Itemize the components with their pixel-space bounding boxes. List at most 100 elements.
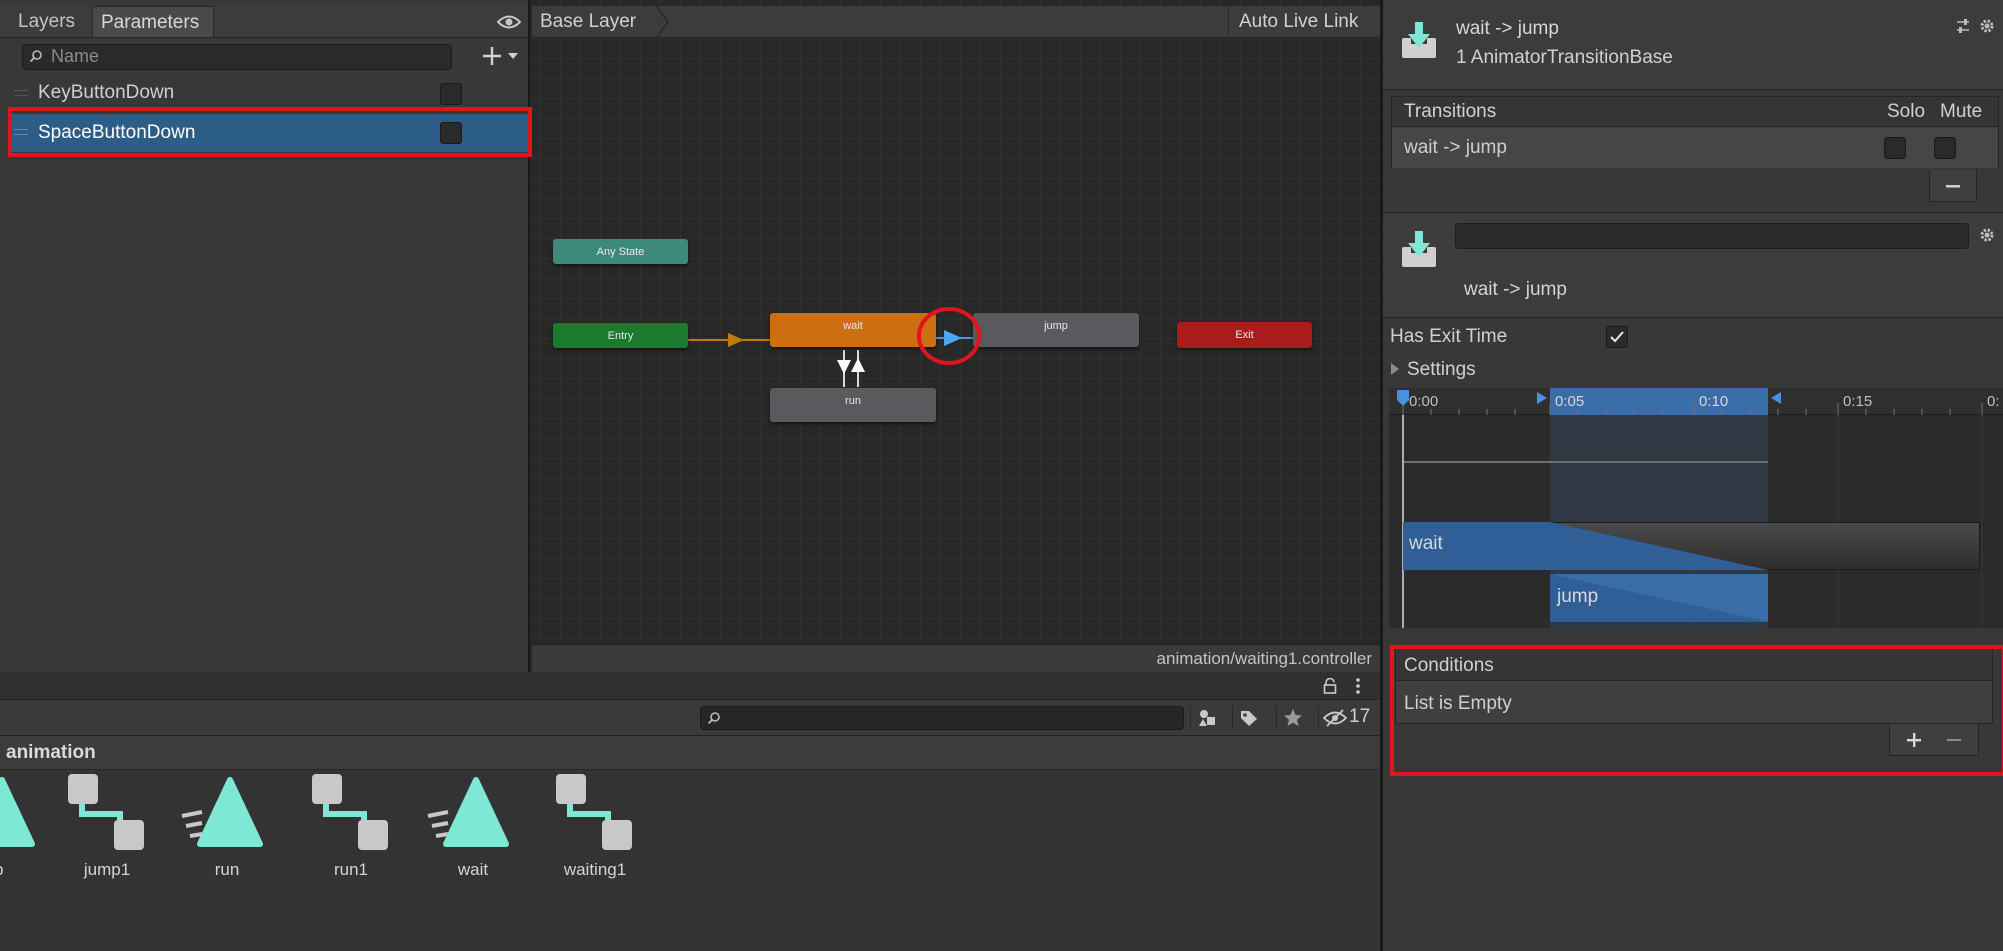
graph-footer: animation/waiting1.controller [532,644,1380,672]
state-node-run[interactable]: run [770,388,936,422]
parameter-row[interactable]: KeyButtonDown [8,78,528,110]
parameter-bool-checkbox[interactable] [440,83,462,105]
tick-label: 0:10 [1699,393,1729,410]
search-icon [29,49,43,68]
tab-layers[interactable]: Layers [10,6,90,38]
presets-icon[interactable] [1955,18,1971,39]
state-node-entry[interactable]: Entry [553,323,688,348]
parameters-panel: Layers Parameters Name KeyButtonDown Spa… [0,0,532,672]
tick-label: 0: [1987,393,2000,410]
parameter-name: KeyButtonDown [38,82,175,103]
asset-grid: p jump1 run run1 [0,770,1380,951]
favorites-star-icon[interactable] [1276,706,1308,730]
timeline-clip-label: jump [1557,586,1599,607]
animation-clip-icon [427,777,509,847]
tick-label: 0:00 [1409,393,1439,410]
controller-path: animation/waiting1.controller [1156,649,1372,668]
transition-name-field[interactable] [1455,223,1969,249]
project-toolbar: 17 [0,700,1380,736]
project-folder-header: animation [0,736,1380,770]
folder-name: animation [6,742,96,763]
asset-item-wait[interactable]: wait [418,770,528,879]
remove-transition-button[interactable] [1929,170,1977,202]
solo-column-label: Solo [1887,101,1926,122]
hidden-count: 17 [1349,706,1371,727]
parameter-name: SpaceButtonDown [38,122,196,143]
search-icon [707,711,721,730]
lock-icon[interactable] [1320,676,1340,696]
transitions-title: Transitions [1404,101,1497,122]
state-node-any-state[interactable]: Any State [553,239,688,264]
mute-checkbox[interactable] [1934,137,1956,159]
transition-list-row[interactable]: wait -> jump [1392,128,1998,168]
inspector-panel: wait -> jump 1 AnimatorTransitionBase Tr… [1380,0,2003,951]
state-node-wait[interactable]: wait [770,313,936,347]
hidden-packages-toggle[interactable]: 17 [1318,706,1378,730]
animation-clip-icon [0,777,35,847]
inspector-subtitle: 1 AnimatorTransitionBase [1456,47,1673,68]
settings-foldout-label[interactable]: Settings [1407,359,1476,381]
asset-item-run1[interactable]: run1 [296,770,406,879]
inspector-title: wait -> jump [1456,18,1559,39]
transition-row-label: wait -> jump [1404,137,1507,158]
eye-icon[interactable] [496,10,522,34]
inspector-header: wait -> jump 1 AnimatorTransitionBase [1383,0,2003,90]
asset-label: run [214,860,240,879]
has-exit-time-label: Has Exit Time [1390,326,1508,347]
transitions-header: Transitions Solo Mute [1392,97,1998,127]
animator-controller-icon [68,774,144,850]
remove-condition-button[interactable] [1936,728,1972,752]
asset-item-waiting1[interactable]: waiting1 [540,770,650,879]
timeline-clip-label: wait [1409,533,1443,554]
animator-controller-icon [312,774,388,850]
tab-parameters[interactable]: Parameters [92,6,214,38]
animation-clip-icon [181,777,263,847]
settings-gear-icon[interactable] [1979,18,1995,39]
eye-slash-icon [1322,709,1348,732]
mute-column-label: Mute [1940,101,1983,122]
checkmark-icon [1610,331,1624,343]
parameter-row-selected[interactable]: SpaceButtonDown [8,114,528,152]
project-search-input[interactable] [700,706,1184,730]
drag-handle-icon[interactable] [14,129,28,135]
asset-item-partial[interactable]: p [0,770,54,879]
animator-transition-icon [1401,229,1437,274]
panel-tab-bar: Layers Parameters [0,6,528,38]
search-by-type-icon[interactable] [1190,706,1222,730]
conditions-empty-text: List is Empty [1404,693,1512,714]
parameter-bool-checkbox[interactable] [440,122,462,144]
animator-transition-icon [1401,20,1437,65]
transitions-list: Transitions Solo Mute wait -> jump [1391,96,1999,168]
drag-handle-icon[interactable] [14,90,28,96]
asset-label: wait [457,860,489,879]
tick-label: 0:15 [1843,393,1873,410]
search-by-label-icon[interactable] [1232,706,1264,730]
blend-wedge-wait [1550,522,1768,570]
project-panel: 17 animation p jump1 run [0,672,1380,951]
asset-item-run[interactable]: run [172,770,282,879]
animator-controller-icon [556,774,632,850]
conditions-list: Conditions List is Empty [1395,648,1993,724]
state-node-exit[interactable]: Exit [1177,322,1312,348]
transition-timeline[interactable]: 0:00 0:05 0:10 0:15 0: wait jump [1389,388,2003,628]
conditions-footer-buttons [1889,724,1979,756]
kebab-menu-icon[interactable] [1348,676,1368,696]
asset-item-jump1[interactable]: jump1 [52,770,162,879]
parameter-search-input[interactable]: Name [22,44,452,70]
animator-graph[interactable]: Base Layer Auto Live Link Any State Entr… [532,0,1380,672]
highlight-circle-transition [917,307,981,365]
settings-foldout-arrow-icon[interactable] [1390,362,1400,380]
has-exit-time-checkbox[interactable] [1606,326,1628,348]
state-node-jump[interactable]: jump [973,313,1139,347]
conditions-header: Conditions [1396,649,1992,681]
asset-label: jump1 [83,860,131,879]
search-placeholder: Name [51,46,100,66]
conditions-title: Conditions [1404,655,1494,676]
project-top-strip [0,672,1380,700]
transition-detail-header: wait -> jump [1383,212,2003,318]
settings-gear-icon[interactable] [1979,227,1995,248]
transition-name-label: wait -> jump [1464,279,1567,300]
solo-checkbox[interactable] [1884,137,1906,159]
add-condition-button[interactable] [1896,728,1932,752]
add-parameter-button[interactable] [478,42,524,70]
